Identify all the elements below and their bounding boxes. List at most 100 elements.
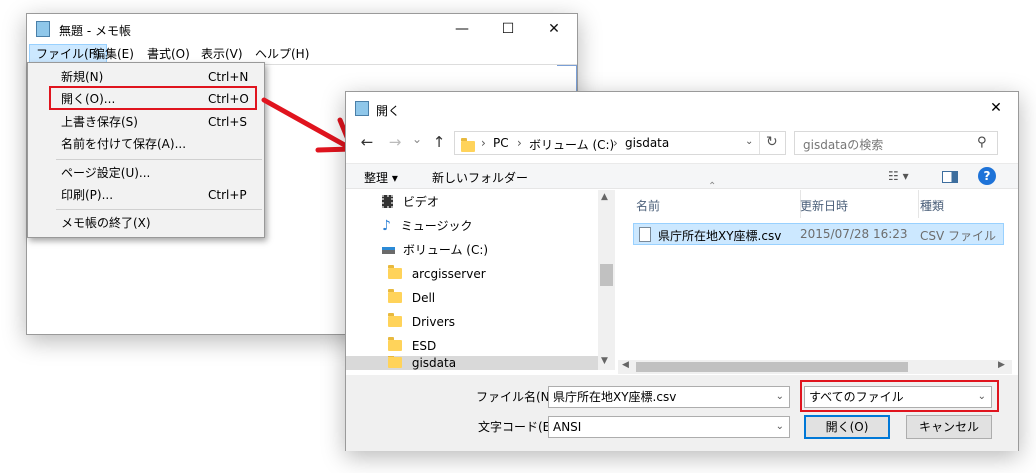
tree-item-label: Dell [411, 291, 436, 305]
folder-icon [461, 138, 475, 152]
notepad-title: 無題 - メモ帳 [59, 24, 131, 38]
notepad-titlebar: 無題 - メモ帳 — ☐ ✕ [27, 14, 577, 44]
filename-value: 県庁所在地XY座標.csv [553, 390, 677, 404]
address-dropdown-icon[interactable]: ⌄ [745, 136, 753, 147]
file-type: CSV ファイル [920, 229, 997, 243]
tree-item-label: ESD [411, 339, 437, 353]
minimize-button[interactable]: — [439, 14, 485, 44]
highlight-filetype-select [800, 380, 999, 412]
folder-icon [388, 289, 402, 303]
scroll-thumb[interactable] [600, 264, 613, 286]
dialog-title: 開く [376, 104, 401, 118]
tree-item-video[interactable]: ビデオ [382, 190, 439, 214]
music-icon: ♪ [382, 218, 391, 234]
menu-item-new-shortcut: Ctrl+N [208, 70, 249, 84]
search-input-placeholder[interactable]: gisdataの検索 [803, 136, 883, 153]
scroll-left-icon[interactable]: ◀ [622, 360, 629, 370]
view-options-icon[interactable]: ☷ ▾ [888, 169, 909, 183]
chevron-down-icon[interactable]: ⌄ [776, 417, 784, 437]
tree-item-gisdata-selected[interactable]: gisdata [346, 356, 598, 370]
navigation-scrollbar[interactable]: ▲ ▼ [598, 190, 615, 370]
sort-indicator-icon: ⌃ [708, 181, 717, 192]
tree-item-folder[interactable]: Dell [388, 286, 435, 310]
filename-input[interactable]: 県庁所在地XY座標.csv ⌄ [548, 386, 790, 408]
tree-item-label: Drivers [411, 315, 456, 329]
tree-item-folder[interactable]: Drivers [388, 310, 455, 334]
new-folder-button[interactable]: 新しいフォルダー [432, 169, 528, 186]
folder-icon [388, 265, 402, 279]
csv-file-icon [639, 227, 651, 242]
open-button[interactable]: 開く(O) [804, 415, 890, 439]
scroll-down-icon[interactable]: ▼ [601, 356, 608, 366]
search-box[interactable]: gisdataの検索 ⚲ [794, 131, 998, 155]
breadcrumb-volume[interactable]: ボリューム (C:) [529, 136, 614, 153]
filename-label: ファイル名(N): [476, 390, 559, 404]
column-header-date[interactable]: 更新日時 [800, 197, 848, 215]
tree-item-label: ボリューム (C:) [402, 243, 489, 257]
tree-item-volume-c[interactable]: ボリューム (C:) [382, 238, 488, 262]
breadcrumb-sep-icon: › [517, 136, 522, 150]
menu-item-save[interactable]: 上書き保存(S) [61, 111, 138, 133]
up-folder-icon[interactable]: ↑ [430, 133, 448, 151]
dialog-toolbar: 整理 ▾ 新しいフォルダー ☷ ▾ ? [346, 163, 1018, 189]
organize-button[interactable]: 整理 ▾ [364, 169, 398, 186]
preview-pane-icon[interactable] [942, 171, 958, 183]
forward-icon[interactable]: → [386, 133, 404, 151]
menu-item-new[interactable]: 新規(N) [61, 66, 103, 88]
menu-format[interactable]: 書式(O) [141, 44, 196, 64]
tree-item-label: arcgisserver [411, 267, 486, 281]
refresh-icon[interactable]: ↻ [766, 134, 778, 150]
tree-item-folder[interactable]: ESD [388, 334, 436, 358]
tree-item-label: ビデオ [402, 195, 439, 209]
column-divider [918, 190, 919, 218]
menu-help[interactable]: ヘルプ(H) [249, 44, 315, 64]
breadcrumb-pc[interactable]: PC [493, 136, 509, 150]
address-bar[interactable]: › PC › ボリューム (C:) › gisdata ⌄ ↻ [454, 131, 786, 155]
file-list-pane: ⌃ [618, 181, 1012, 370]
tree-item-label: gisdata [411, 356, 457, 370]
notepad-icon [36, 21, 50, 37]
back-icon[interactable]: ← [358, 133, 376, 151]
tree-item-label: ミュージック [400, 219, 473, 233]
address-divider [759, 132, 760, 154]
menu-item-save-as[interactable]: 名前を付けて保存(A)... [61, 133, 186, 155]
file-date: 2015/07/28 16:23 [800, 227, 908, 241]
breadcrumb-sep-icon: › [613, 136, 618, 150]
menu-item-print[interactable]: 印刷(P)... [61, 184, 113, 206]
menu-separator [56, 209, 262, 210]
menu-item-print-shortcut: Ctrl+P [208, 188, 247, 202]
breadcrumb-gisdata[interactable]: gisdata [625, 136, 669, 150]
scroll-up-icon[interactable]: ▲ [601, 192, 608, 202]
file-list-scrollbar[interactable]: ◀ ▶ [618, 360, 1012, 374]
notepad-menubar: ファイル(F) 編集(E) 書式(O) 表示(V) ヘルプ(H) [27, 44, 577, 64]
recent-locations-icon[interactable]: ⌄ [410, 132, 424, 146]
menu-item-exit[interactable]: メモ帳の終了(X) [61, 212, 151, 234]
scroll-thumb[interactable] [636, 362, 908, 372]
dialog-close-button[interactable]: ✕ [978, 92, 1014, 124]
encoding-label: 文字コード(E): [478, 420, 559, 434]
scroll-right-icon[interactable]: ▶ [998, 360, 1005, 370]
tree-item-music[interactable]: ♪ ミュージック [382, 214, 473, 238]
chevron-down-icon[interactable]: ⌄ [776, 387, 784, 407]
menu-view[interactable]: 表示(V) [195, 44, 249, 64]
maximize-button[interactable]: ☐ [485, 14, 531, 44]
help-icon[interactable]: ? [978, 167, 996, 185]
dialog-titlebar: 開く ✕ [346, 92, 1018, 124]
menu-item-page-setup[interactable]: ページ設定(U)... [61, 162, 150, 184]
folder-icon [388, 337, 402, 351]
file-name: 県庁所在地XY座標.csv [658, 229, 782, 243]
menu-edit[interactable]: 編集(E) [87, 44, 140, 64]
column-header-type[interactable]: 種類 [920, 197, 944, 215]
highlight-open-menu-item [49, 86, 257, 110]
video-icon [382, 195, 393, 208]
column-header-name[interactable]: 名前 [636, 197, 660, 215]
file-row-selected[interactable]: 県庁所在地XY座標.csv 2015/07/28 16:23 CSV ファイル [633, 223, 1004, 245]
menu-separator [56, 159, 262, 160]
dialog-icon [355, 101, 369, 116]
search-icon[interactable]: ⚲ [977, 135, 987, 150]
close-button[interactable]: ✕ [531, 14, 577, 44]
folder-icon [388, 313, 402, 327]
encoding-select[interactable]: ANSI ⌄ [548, 416, 790, 438]
tree-item-folder[interactable]: arcgisserver [388, 262, 486, 286]
cancel-button[interactable]: キャンセル [906, 415, 992, 439]
